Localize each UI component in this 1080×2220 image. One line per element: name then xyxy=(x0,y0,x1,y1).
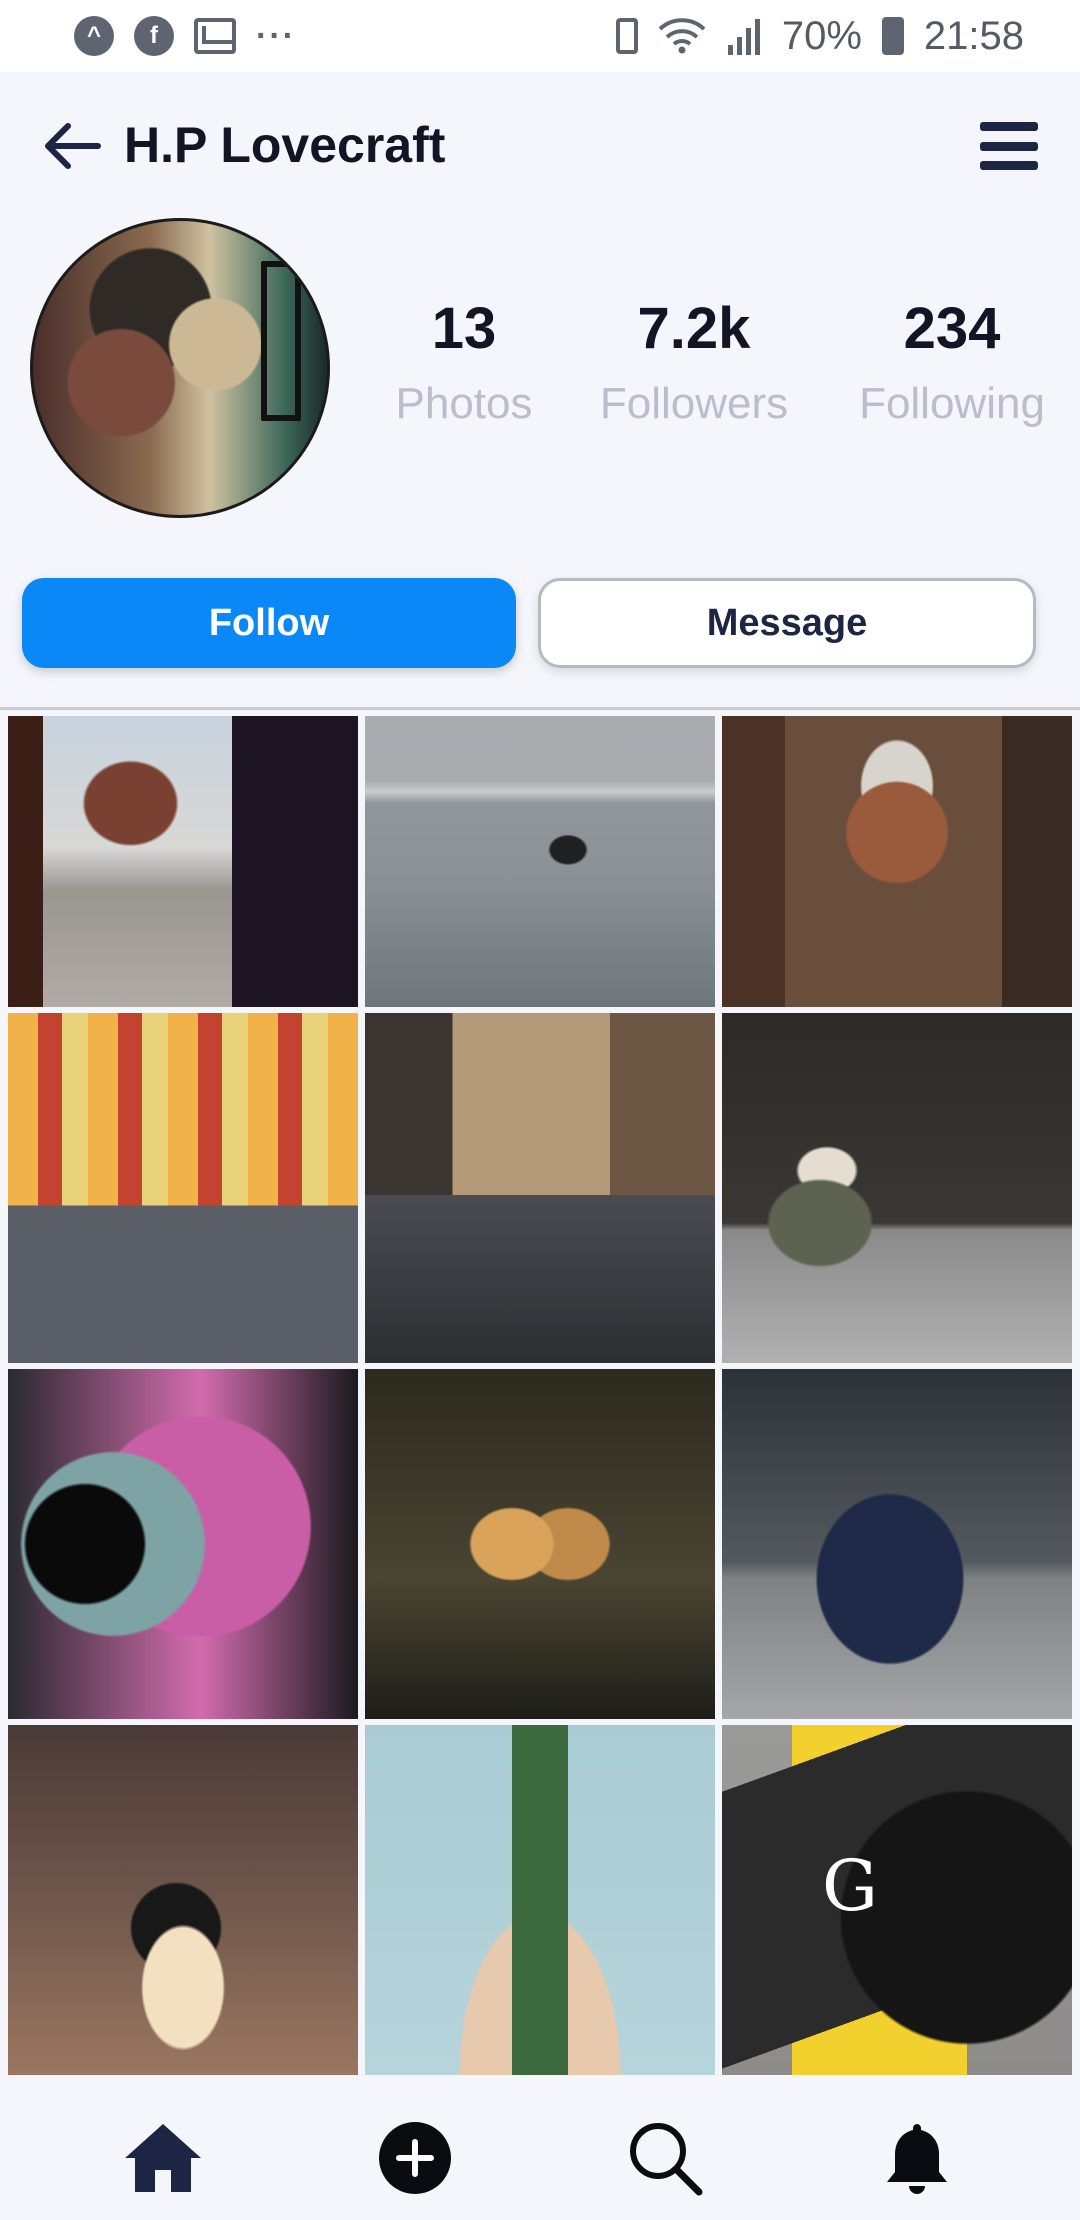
photo-motorcycle[interactable] xyxy=(722,1369,1072,1719)
wifi-icon xyxy=(658,18,706,54)
bottom-nav xyxy=(0,2082,1080,2220)
photo-temple-gate[interactable] xyxy=(8,716,358,1007)
bell-icon xyxy=(887,2124,947,2194)
assistant-icon: ^ xyxy=(74,16,114,56)
photo-street-traffic[interactable] xyxy=(8,1013,358,1363)
avatar[interactable] xyxy=(30,218,330,518)
photo-grid: G xyxy=(8,716,1072,2075)
photo-lamp-figures[interactable] xyxy=(365,1369,715,1719)
divider xyxy=(0,707,1080,710)
home-icon xyxy=(125,2124,201,2192)
nav-home[interactable] xyxy=(118,2118,208,2198)
stat-value: 234 xyxy=(903,296,1001,361)
stat-label: Photos xyxy=(395,379,533,428)
photo-cactus[interactable] xyxy=(365,1725,715,2075)
photo-graphic-design-book[interactable]: G xyxy=(722,1725,1072,2075)
stat-value: 13 xyxy=(431,296,497,361)
stat-value: 7.2k xyxy=(637,296,751,361)
nav-notifications[interactable] xyxy=(872,2118,962,2198)
profile-header: H.P Lovecraft xyxy=(0,72,1080,222)
photo-camera-lens[interactable] xyxy=(8,1369,358,1719)
add-icon xyxy=(379,2122,451,2194)
battery-percent: 70% xyxy=(781,13,862,58)
battery-saver-icon xyxy=(615,18,638,54)
menu-button[interactable] xyxy=(980,122,1038,170)
status-bar: ^ f ··· 70% 21:58 xyxy=(0,0,1080,72)
menu-line xyxy=(980,161,1038,170)
search-icon xyxy=(630,2123,703,2196)
status-right: 70% 21:58 xyxy=(615,13,1024,59)
nav-add[interactable] xyxy=(370,2118,460,2198)
menu-line xyxy=(980,141,1038,151)
book-cover-letter: G xyxy=(822,1845,878,1927)
signal-icon xyxy=(727,19,760,55)
page-title: H.P Lovecraft xyxy=(124,117,446,173)
back-button[interactable] xyxy=(40,118,104,174)
photo-camera[interactable] xyxy=(8,1725,358,2075)
arrow-left-icon xyxy=(45,123,101,169)
avatar-window-detail xyxy=(261,261,301,421)
photo-bicycle-vendor[interactable] xyxy=(722,1013,1072,1363)
message-button[interactable]: Message xyxy=(538,578,1036,668)
photo-boat-lake[interactable] xyxy=(365,716,715,1007)
menu-line xyxy=(980,122,1038,131)
more-dots-icon: ··· xyxy=(256,16,296,55)
stat-label: Following xyxy=(859,379,1045,428)
clock: 21:58 xyxy=(923,13,1024,58)
facebook-icon: f xyxy=(134,16,174,56)
stat-photos[interactable]: 13 Photos xyxy=(354,300,574,426)
nav-search[interactable] xyxy=(620,2118,710,2198)
follow-button[interactable]: Follow xyxy=(22,578,516,668)
photo-train-street[interactable] xyxy=(722,716,1072,1007)
photo-alley-street[interactable] xyxy=(365,1013,715,1363)
gmail-icon xyxy=(194,18,236,54)
stat-followers[interactable]: 7.2k Followers xyxy=(584,300,804,426)
stat-label: Followers xyxy=(599,379,789,428)
status-left: ^ f ··· xyxy=(74,16,296,56)
battery-icon xyxy=(881,17,904,55)
stat-following[interactable]: 234 Following xyxy=(842,300,1062,426)
